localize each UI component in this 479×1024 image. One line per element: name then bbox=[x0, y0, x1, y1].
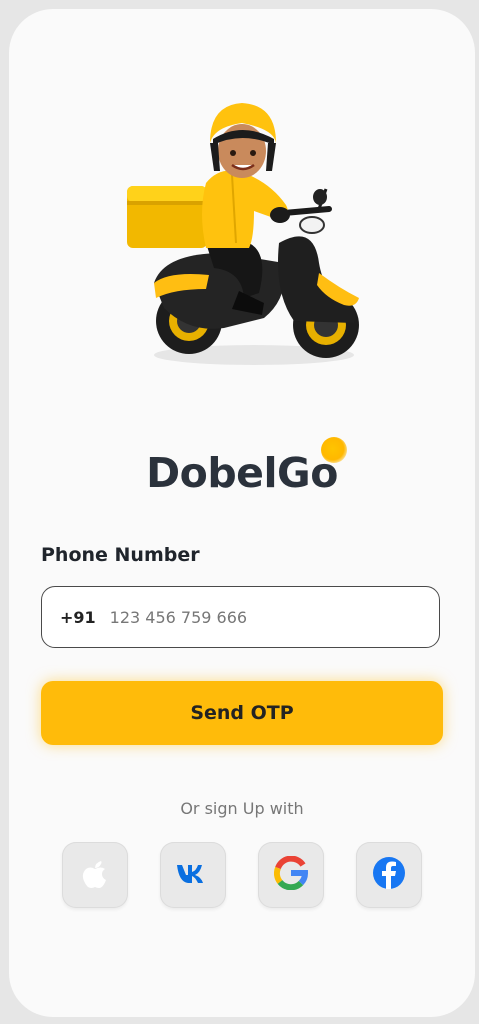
apple-icon bbox=[80, 856, 110, 894]
country-code[interactable]: +91 bbox=[60, 608, 96, 627]
facebook-signup-button[interactable] bbox=[356, 842, 422, 908]
brand-sun-icon bbox=[321, 437, 347, 463]
phone-number-label: Phone Number bbox=[41, 544, 200, 566]
phone-number-input[interactable] bbox=[109, 607, 410, 627]
facebook-icon bbox=[372, 856, 406, 894]
brand-name: DobelGo bbox=[146, 449, 338, 497]
vk-signup-button[interactable] bbox=[160, 842, 226, 908]
login-screen: DobelGo Phone Number +91 Send OTP Or sig… bbox=[9, 9, 475, 1017]
brand-logo: DobelGo bbox=[9, 437, 475, 497]
social-signup-prompt: Or sign Up with bbox=[180, 799, 304, 818]
google-signup-button[interactable] bbox=[258, 842, 324, 908]
google-icon bbox=[273, 855, 308, 894]
delivery-rider-illustration bbox=[114, 93, 374, 383]
phone-number-field[interactable]: +91 bbox=[41, 586, 440, 648]
vk-icon bbox=[175, 862, 211, 888]
send-otp-button[interactable]: Send OTP bbox=[41, 681, 443, 745]
apple-signup-button[interactable] bbox=[62, 842, 128, 908]
